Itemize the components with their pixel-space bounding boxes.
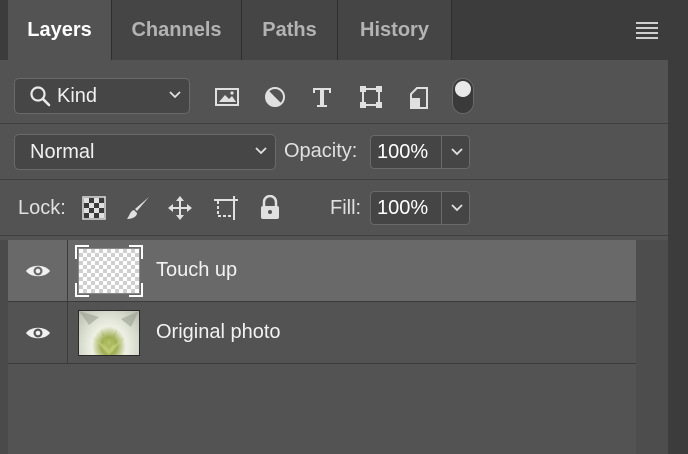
- tab-paths[interactable]: Paths: [242, 0, 338, 60]
- chevron-down-icon: [451, 147, 463, 157]
- filter-kind-select[interactable]: Kind: [14, 78, 190, 114]
- fill-dropdown-button[interactable]: [442, 191, 470, 225]
- layers-list-left-gutter: [0, 240, 8, 454]
- selection-corner: [129, 283, 143, 297]
- layer-visibility-toggle[interactable]: [8, 302, 68, 363]
- filter-toggle[interactable]: [452, 78, 474, 114]
- layer-visibility-toggle[interactable]: [8, 240, 68, 301]
- opacity-label: Opacity:: [284, 140, 358, 162]
- lock-fill-bar: Lock: Fill: 100%: [0, 180, 668, 236]
- selection-corner: [75, 283, 89, 297]
- layer-filter-bar: Kind: [0, 68, 668, 124]
- opacity-value: 100%: [377, 140, 429, 163]
- chevron-down-icon: [255, 146, 267, 156]
- chevron-down-icon: [169, 90, 181, 100]
- flower-photo-thumbnail: [79, 311, 139, 355]
- layers-scrollbar[interactable]: [636, 240, 668, 454]
- layer-thumbnail[interactable]: [75, 245, 143, 297]
- layers-list: Touch up Original photo: [8, 240, 636, 454]
- layer-row-original-photo[interactable]: Original photo: [8, 302, 636, 364]
- layers-panel: Layers Channels Paths History Kind Norma…: [0, 0, 688, 454]
- toggle-knob: [455, 81, 471, 97]
- layer-thumbnail[interactable]: [78, 310, 140, 356]
- fill-value: 100%: [377, 196, 429, 219]
- lock-label: Lock:: [18, 197, 66, 219]
- tab-history[interactable]: History: [338, 0, 452, 60]
- lock-all-icon[interactable]: [256, 194, 284, 222]
- image-filter-icon[interactable]: [214, 84, 240, 110]
- lock-image-pixels-icon[interactable]: [124, 194, 152, 222]
- fill-input[interactable]: 100%: [370, 191, 442, 225]
- type-filter-icon[interactable]: [309, 84, 335, 110]
- lock-artboard-icon[interactable]: [212, 194, 240, 222]
- tab-layers[interactable]: Layers: [8, 0, 112, 60]
- lock-transparent-pixels-icon[interactable]: [80, 194, 108, 222]
- selection-corner: [129, 245, 143, 259]
- lock-position-icon[interactable]: [166, 194, 194, 222]
- blend-opacity-bar: Normal Opacity: 100%: [0, 124, 668, 180]
- blend-mode-label: Normal: [30, 141, 95, 163]
- panel-right-gutter: [668, 60, 688, 454]
- layer-row-touch-up[interactable]: Touch up: [8, 240, 636, 302]
- filter-kind-label: Kind: [57, 85, 98, 107]
- eye-icon: [25, 265, 50, 276]
- smart-object-filter-icon[interactable]: [406, 84, 432, 110]
- shape-filter-icon[interactable]: [358, 84, 384, 110]
- search-icon: [29, 85, 51, 113]
- blend-mode-select[interactable]: Normal: [14, 134, 276, 170]
- opacity-input[interactable]: 100%: [370, 135, 442, 169]
- eye-icon: [25, 327, 50, 338]
- opacity-dropdown-button[interactable]: [442, 135, 470, 169]
- adjustment-filter-icon[interactable]: [262, 84, 288, 110]
- layer-name[interactable]: Touch up: [156, 259, 237, 282]
- selection-corner: [75, 245, 89, 259]
- panel-menu-icon[interactable]: [636, 22, 658, 39]
- panel-tab-bar: Layers Channels Paths History: [0, 0, 688, 60]
- chevron-down-icon: [451, 203, 463, 213]
- layer-name[interactable]: Original photo: [156, 321, 281, 344]
- tab-channels[interactable]: Channels: [112, 0, 242, 60]
- fill-label: Fill:: [330, 197, 362, 219]
